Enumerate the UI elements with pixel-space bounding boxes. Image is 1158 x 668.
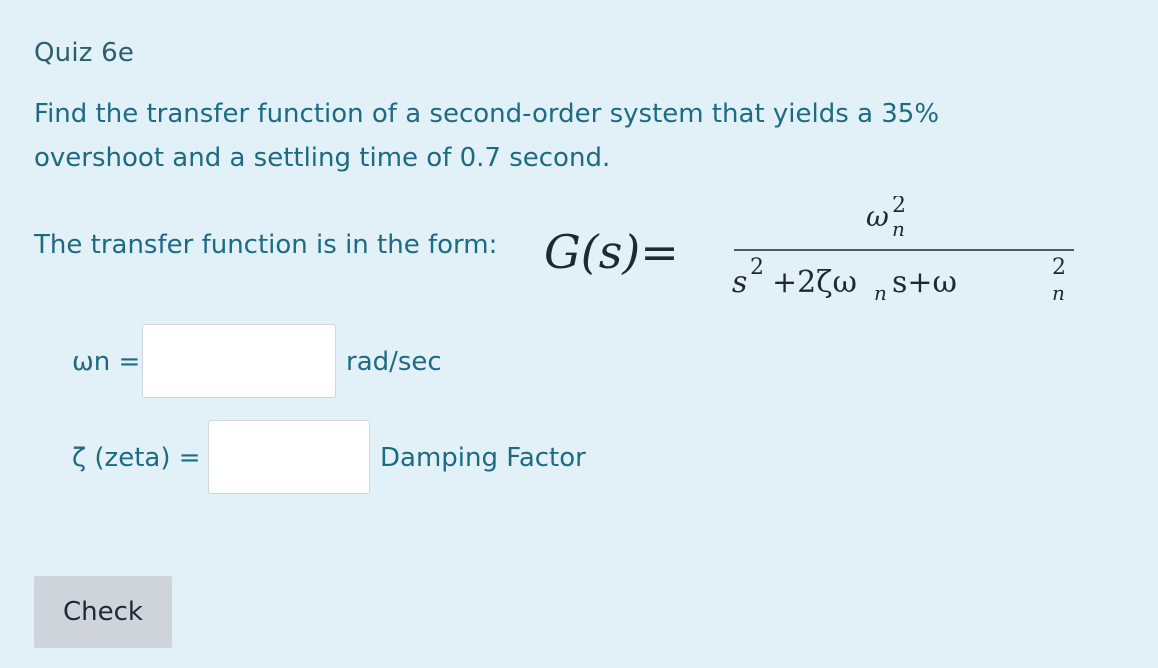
check-button[interactable]: Check xyxy=(34,576,172,648)
zeta-label: ζ (zeta) = xyxy=(72,443,201,473)
zeta-input[interactable] xyxy=(208,420,370,494)
formula-denominator-s-sup: 2 xyxy=(750,255,764,280)
formula-numerator-sup: 2 xyxy=(892,196,906,218)
formula-lhs: G(s)= xyxy=(544,225,679,279)
formula-numerator-base: ω xyxy=(866,200,889,233)
question-text: Find the transfer function of a second-o… xyxy=(34,99,940,173)
quiz-title: Quiz 6e xyxy=(34,38,135,68)
wn-unit: rad/sec xyxy=(346,347,442,377)
formula-numerator-sub: n xyxy=(892,217,905,241)
formula-denominator-tail-sub: n xyxy=(1052,281,1065,305)
formula-denominator-s: s xyxy=(732,265,747,300)
formula-denominator-middle: +2ζω xyxy=(772,265,857,300)
wn-label: ωn = xyxy=(72,347,141,377)
transfer-function-intro: The transfer function is in the form: xyxy=(34,230,498,260)
zeta-unit: Damping Factor xyxy=(380,443,586,473)
formula-denominator-tail-sup: 2 xyxy=(1052,255,1066,280)
formula-denominator-tail: s+ω xyxy=(892,265,957,300)
transfer-function-formula: G(s)= ω 2 n s 2 +2ζω n s+ω 2 n xyxy=(544,196,1084,316)
formula-denominator-wn-sub: n xyxy=(874,281,887,305)
wn-input[interactable] xyxy=(142,324,336,398)
